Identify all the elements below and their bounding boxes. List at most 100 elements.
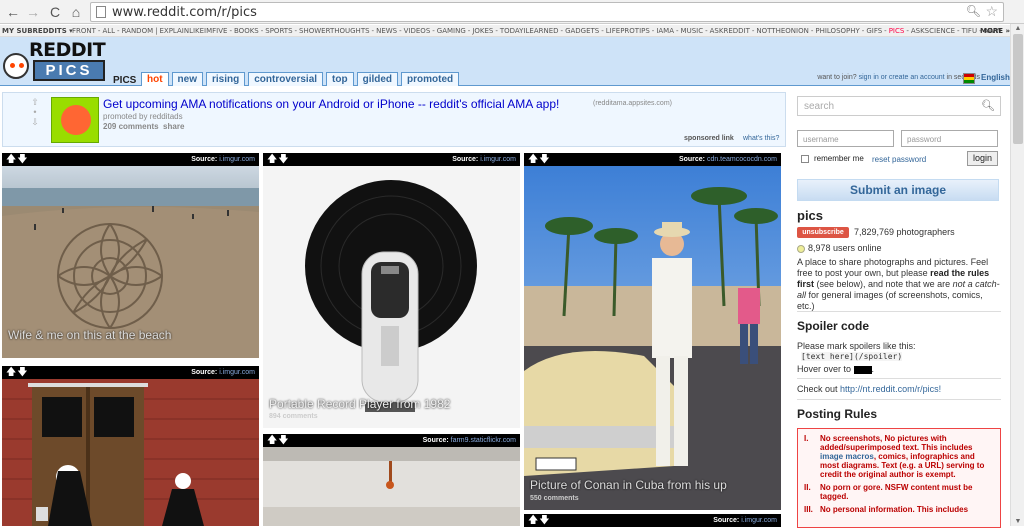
scroll-thumb[interactable]	[1013, 34, 1023, 144]
subreddit-link[interactable]: ASKSCIENCE	[911, 27, 955, 35]
checkout-link[interactable]: http://nt.reddit.com/r/pics!	[840, 384, 941, 394]
tab-controversial[interactable]: controversial	[248, 72, 324, 86]
submit-image-button[interactable]: Submit an image	[797, 179, 999, 201]
subreddit-link[interactable]: BOOKS	[234, 27, 259, 35]
post-comments[interactable]: 894 comments	[269, 413, 318, 420]
ad-title[interactable]: Get upcoming AMA notifications on your A…	[103, 97, 559, 111]
post-image[interactable]	[524, 166, 781, 510]
subreddit-name[interactable]: PICS	[113, 75, 136, 86]
subreddit-link[interactable]: SPORTS	[265, 27, 292, 35]
address-bar[interactable]: www.reddit.com/r/pics 🔍︎ ☆	[90, 2, 1004, 22]
post-bar: 🡅🡇 Source: i.imgur.com	[2, 366, 259, 379]
vote-arrows-icon[interactable]: 🡅🡇	[528, 514, 551, 527]
password-field[interactable]: password	[901, 130, 998, 147]
ad-thumbnail[interactable]	[51, 97, 99, 143]
reddit-logo[interactable]: REDDIT PICS	[3, 39, 107, 83]
back-icon[interactable]: ←	[4, 3, 22, 21]
ad-vote[interactable]: ⇧ • ⇩	[29, 97, 41, 127]
post-image[interactable]	[2, 379, 259, 526]
search-icon[interactable]: 🔍︎	[966, 4, 981, 18]
sign-in-link[interactable]: sign in or create an account	[859, 74, 945, 81]
tab-rising[interactable]: rising	[206, 72, 246, 86]
subreddit-link[interactable]: VIDEOS	[404, 27, 431, 35]
vote-arrows-icon[interactable]: 🡅🡇	[6, 153, 29, 166]
reset-password-link[interactable]: reset password	[872, 155, 926, 164]
whats-this-link[interactable]: what's this?	[743, 135, 779, 142]
post-card[interactable]: 🡅🡇 Source: i.imgur.com Portable Record Pl…	[263, 153, 520, 428]
page-scrollbar[interactable]: ▲ ▼	[1010, 24, 1024, 526]
source-link[interactable]: i.imgur.com	[219, 156, 255, 163]
tab-hot[interactable]: hot	[141, 72, 169, 86]
subreddit-link[interactable]: NEWS	[376, 27, 397, 35]
post-caption[interactable]: Wife & me on this at the beach	[8, 328, 171, 342]
vote-arrows-icon[interactable]: 🡅🡇	[528, 153, 551, 166]
spoiler-block[interactable]	[853, 365, 872, 374]
subreddit-link[interactable]: GAMING	[437, 27, 466, 35]
source-link[interactable]: i.imgur.com	[480, 156, 516, 163]
subreddit-link[interactable]: ALL	[102, 27, 115, 35]
subreddit-link[interactable]: JOKES	[472, 27, 493, 35]
subreddit-link[interactable]: EXPLAINLIKEIMFIVE	[159, 27, 227, 35]
forward-icon[interactable]: →	[24, 3, 42, 21]
scroll-down-icon[interactable]: ▼	[1014, 518, 1022, 525]
post-bar: 🡅🡇 Source: cdn.teamcococdn.com	[524, 153, 781, 166]
source-link[interactable]: farm9.staticflickr.com	[451, 437, 516, 444]
subreddit-link[interactable]: ASKREDDIT	[710, 27, 750, 35]
login-button[interactable]: login	[967, 151, 998, 166]
remember-checkbox[interactable]	[801, 154, 809, 163]
post-card[interactable]: 🡅🡇 Source: i.imgur.com	[2, 366, 259, 526]
more-link[interactable]: MORE »	[980, 25, 1010, 36]
subreddit-link[interactable]: RANDOM	[122, 27, 154, 35]
subreddit-link[interactable]: NOTTHEONION	[756, 27, 808, 35]
post-caption[interactable]: Picture of Conan in Cuba from his up	[530, 478, 727, 492]
source-link[interactable]: i.imgur.com	[741, 517, 777, 524]
post-card[interactable]: 🡅🡇 Source: i.imgur.com	[524, 514, 781, 527]
tab-gilded[interactable]: gilded	[356, 72, 399, 86]
tab-new[interactable]: new	[171, 72, 203, 86]
post-image[interactable]	[263, 166, 520, 428]
ad-share-link[interactable]: share	[163, 122, 184, 131]
reload-icon[interactable]: C	[46, 3, 64, 21]
subreddit-link[interactable]: MUSIC	[681, 27, 704, 35]
vote-arrows-icon[interactable]: 🡅🡇	[267, 153, 290, 166]
my-subreddits-dropdown[interactable]: MY SUBREDDITS ▾	[2, 25, 73, 36]
vote-arrows-icon[interactable]: 🡅🡇	[6, 366, 29, 379]
post-card[interactable]: 🡅🡇 Source: i.imgur.com Wife & me on this …	[2, 153, 259, 358]
scroll-up-icon[interactable]: ▲	[1014, 25, 1022, 32]
search-icon[interactable]: 🔍︎	[981, 99, 995, 112]
subreddit-link[interactable]: FRONT	[72, 27, 96, 35]
subreddit-link[interactable]: PHILOSOPHY	[815, 27, 859, 35]
subreddit-link[interactable]: TIFU	[962, 27, 978, 35]
unsubscribe-button[interactable]: unsubscribe	[797, 227, 849, 238]
post-card[interactable]: 🡅🡇 Source: farm9.staticflickr.com	[263, 434, 520, 526]
subreddit-link[interactable]: TODAYILEARNED	[500, 27, 559, 35]
home-icon[interactable]: ⌂	[67, 3, 85, 21]
remember-me[interactable]: remember me	[801, 154, 864, 163]
subreddit-link[interactable]: SHOWERTHOUGHTS	[299, 27, 370, 35]
post-image[interactable]	[263, 447, 520, 526]
subreddit-link[interactable]: GADGETS	[565, 27, 599, 35]
subreddit-link[interactable]: PICS	[889, 27, 905, 35]
tab-promoted[interactable]: promoted	[401, 72, 460, 86]
subreddit-link[interactable]: GIFS	[866, 27, 882, 35]
source-label: Source:	[713, 517, 740, 524]
separator: -	[705, 27, 708, 35]
rule-link[interactable]: image macros	[820, 452, 874, 461]
username-field[interactable]: username	[797, 130, 894, 147]
source-link[interactable]: cdn.teamcococdn.com	[707, 156, 777, 163]
subreddit-link[interactable]: IAMA	[656, 27, 674, 35]
language-link[interactable]: English	[981, 73, 1010, 82]
tab-top[interactable]: top	[326, 72, 354, 86]
post-card[interactable]: 🡅🡇 Source: cdn.teamcococdn.com Picture of…	[524, 153, 781, 510]
subreddit-link[interactable]: LIFEPROTIPS	[606, 27, 650, 35]
post-caption[interactable]: Portable Record Player from 1982	[269, 397, 450, 411]
vote-arrows-icon[interactable]: 🡅🡇	[267, 434, 290, 447]
search-input[interactable]: search 🔍︎	[797, 96, 1001, 116]
ad-domain[interactable]: (redditama.appsites.com)	[593, 100, 672, 107]
bookmark-star-icon[interactable]: ☆	[985, 3, 998, 20]
post-comments[interactable]: 550 comments	[530, 495, 579, 502]
sidebar-subreddit-title[interactable]: pics	[797, 208, 823, 223]
ad-comments-link[interactable]: 209 comments	[103, 122, 159, 131]
source-link[interactable]: i.imgur.com	[219, 369, 255, 376]
separator: -	[676, 27, 679, 35]
